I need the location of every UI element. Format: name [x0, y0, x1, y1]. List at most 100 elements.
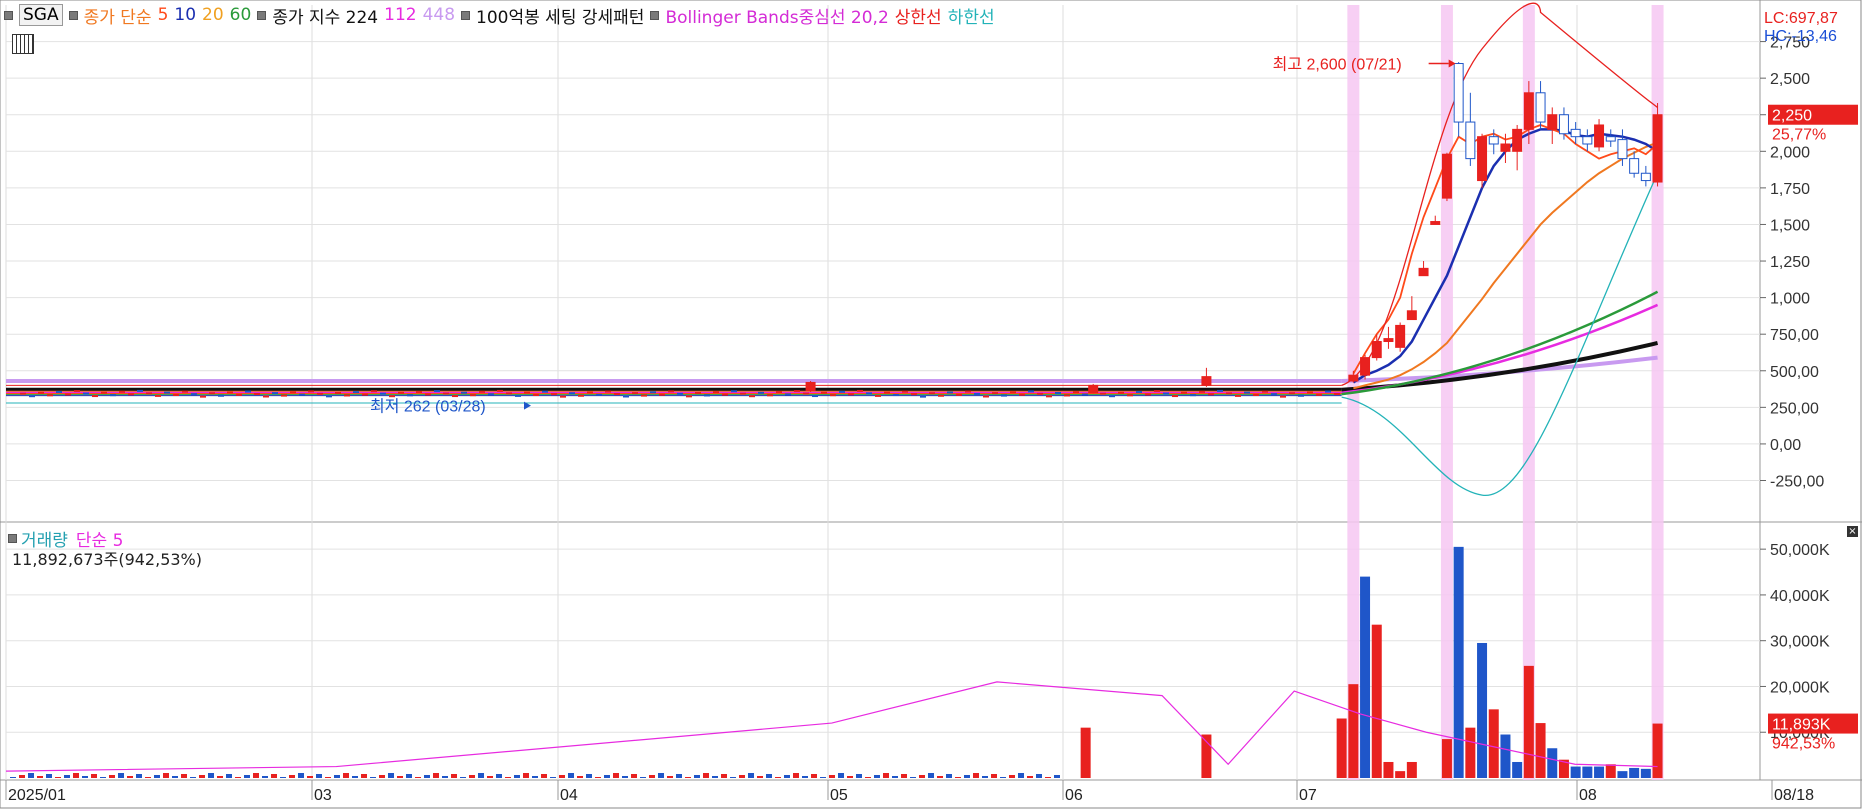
candle — [281, 394, 287, 397]
volume-bar — [253, 773, 259, 778]
y-tick-label: 1,000 — [1770, 291, 1810, 308]
candle — [1226, 392, 1232, 395]
volume-bar — [1465, 727, 1476, 778]
chart-canvas[interactable]: -250,00 0,00 250,00 500,00 750,00 1,000 1,250 1… — [0, 0, 1862, 809]
ma20-label[interactable]: 20 — [202, 5, 224, 25]
volume-bar — [361, 774, 367, 778]
volume-bar — [1605, 764, 1616, 778]
legend-marker-icon[interactable] — [68, 10, 78, 20]
candle — [1064, 394, 1070, 397]
legend-marker-icon[interactable] — [461, 10, 471, 20]
legend-marker-icon[interactable] — [650, 10, 660, 20]
candle — [1547, 114, 1558, 130]
volume-bar — [352, 776, 358, 778]
ma60-label[interactable]: 60 — [230, 5, 252, 25]
volume-bar — [1348, 684, 1359, 778]
volume-bar — [577, 776, 583, 778]
volume-bar — [622, 776, 628, 778]
candle — [164, 391, 170, 394]
candle — [1629, 158, 1640, 174]
last-change-label: 25,77% — [1772, 127, 1826, 144]
candle — [1154, 390, 1160, 393]
legend-marker-icon[interactable] — [8, 534, 17, 543]
legend-marker-icon[interactable] — [4, 10, 13, 20]
lc-label: LC:697,87 — [1764, 10, 1838, 27]
volume-bar — [109, 775, 115, 778]
volume-bar — [901, 774, 907, 778]
candle — [551, 393, 557, 396]
bb-lower-label[interactable]: 하한선 — [948, 3, 995, 28]
candle — [587, 391, 593, 394]
ema112-label[interactable]: 112 — [384, 5, 416, 25]
x-tick-label: 07 — [1299, 787, 1317, 804]
close-icon[interactable]: × — [1847, 526, 1858, 537]
candle — [1244, 391, 1250, 394]
volume-bar — [370, 777, 376, 778]
ma-label[interactable]: 종가 단순 — [84, 3, 152, 28]
volume-bar — [280, 777, 286, 778]
candle — [1181, 391, 1187, 394]
ema-label[interactable]: 종가 지수 224 — [272, 3, 378, 28]
candle — [1235, 394, 1241, 397]
setting-label[interactable]: 100억봉 세팅 강세패턴 — [476, 3, 644, 28]
candle — [623, 395, 629, 398]
candle — [218, 394, 224, 397]
y-tick-label: 1,750 — [1770, 181, 1810, 198]
candle — [875, 394, 881, 397]
candle — [479, 390, 485, 393]
candle — [362, 393, 368, 396]
candle — [1383, 338, 1394, 343]
ma5-label[interactable]: 5 — [158, 5, 169, 25]
candle — [1118, 391, 1124, 394]
candle — [1091, 390, 1097, 393]
candle — [1360, 357, 1371, 376]
candle — [200, 395, 206, 398]
calendar-icon[interactable] — [12, 34, 34, 54]
volume-bar — [1512, 761, 1523, 778]
candle — [893, 394, 899, 397]
candle — [173, 394, 179, 397]
candle — [794, 390, 800, 393]
candle — [389, 395, 395, 398]
candle — [929, 392, 935, 395]
candle — [245, 390, 251, 393]
candle — [776, 390, 782, 393]
volume-bar — [1500, 734, 1511, 778]
volume-bar — [1080, 727, 1091, 778]
volume-bar — [433, 773, 439, 778]
volume-bar — [766, 774, 772, 778]
candle — [1406, 310, 1417, 321]
volume-bar — [442, 776, 448, 778]
bb-upper-label[interactable]: 상한선 — [895, 3, 942, 28]
candle — [911, 393, 917, 396]
candle — [452, 395, 458, 398]
y-tick-label: 2,500 — [1770, 71, 1810, 88]
candle — [1307, 391, 1313, 394]
candle — [1523, 92, 1534, 130]
candle — [1019, 393, 1025, 396]
candle — [1055, 391, 1061, 394]
volume-bar — [379, 775, 385, 778]
candle — [632, 392, 638, 395]
volume-bar — [856, 774, 862, 778]
candle — [1073, 391, 1079, 394]
candle — [722, 393, 728, 396]
candle — [47, 394, 53, 397]
bollinger-label[interactable]: Bollinger Bands중심선 20,2 — [665, 3, 888, 28]
symbol-box[interactable]: SGA — [19, 4, 63, 26]
volume-bar — [955, 777, 961, 778]
volume-bar — [298, 773, 304, 778]
volume-bar — [1535, 723, 1546, 778]
volume-bar — [64, 775, 70, 778]
candle — [182, 390, 188, 393]
volume-bar — [1629, 767, 1640, 778]
candle — [992, 392, 998, 395]
volume-tick-label: 40,000K — [1770, 588, 1830, 605]
ma10-label[interactable]: 10 — [174, 5, 196, 25]
candle — [578, 394, 584, 397]
candle — [1190, 394, 1196, 397]
volume-bar — [748, 773, 754, 778]
legend-marker-icon[interactable] — [257, 10, 267, 20]
candle — [1163, 392, 1169, 395]
ema448-label[interactable]: 448 — [423, 5, 455, 25]
